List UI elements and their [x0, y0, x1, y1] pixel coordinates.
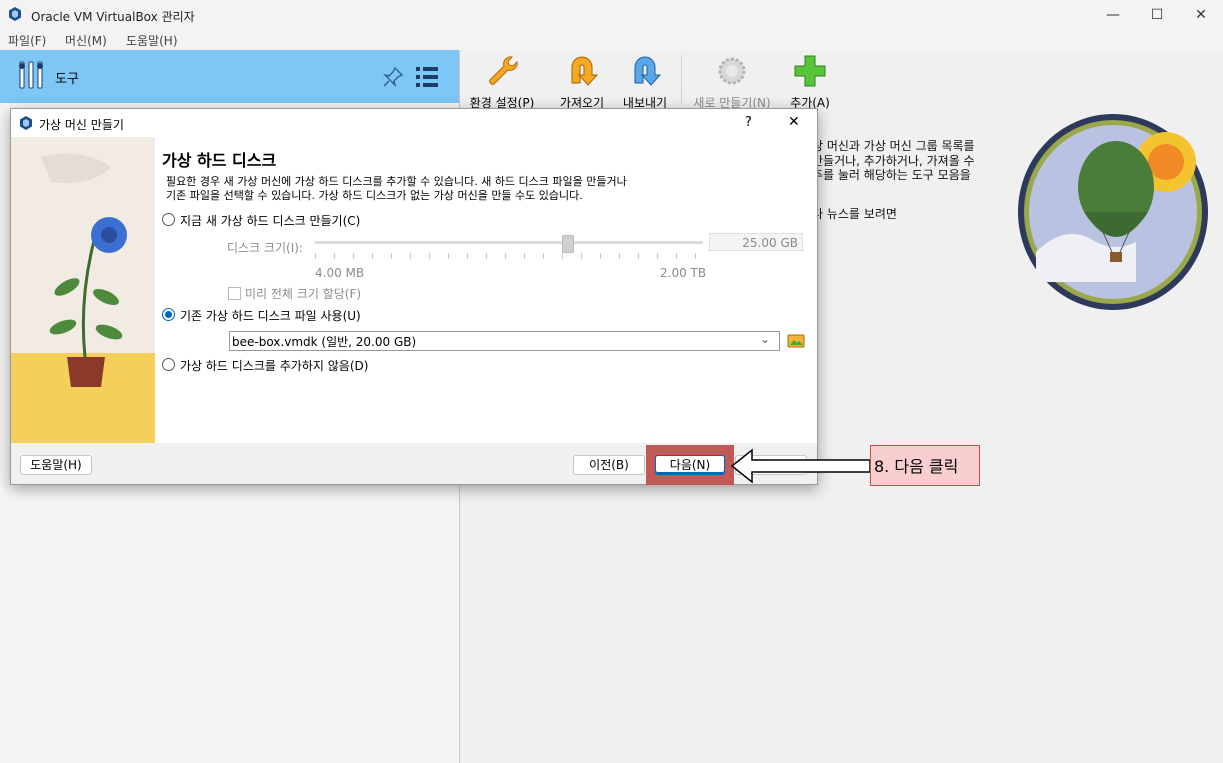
annotation-text: 8. 다음 클릭 [874, 457, 959, 476]
slider-thumb[interactable] [562, 235, 574, 253]
chevron-down-icon: ⌄ [760, 332, 771, 346]
existing-disk-select[interactable]: bee-box.vmdk (일반, 20.00 GB) ⌄ [229, 331, 780, 351]
radio-create-disk-label[interactable]: 지금 새 가상 하드 디스크 만들기(C) [180, 212, 360, 229]
gear-new-icon [718, 57, 746, 85]
toolbar-separator [681, 55, 682, 103]
create-vm-dialog: 가상 머신 만들기 ? ✕ 가상 하드 디스크 필요한 경우 새 가상 머신에 … [10, 108, 818, 485]
help-button[interactable]: 도움말(H) [20, 455, 92, 475]
plant-image [11, 137, 155, 443]
description-line: 기존 파일을 선택할 수 있습니다. 가상 하드 디스크가 없는 가상 머신을 … [166, 189, 583, 202]
slider-track [315, 241, 703, 244]
menu-file[interactable]: 파일(F) [8, 32, 46, 49]
radio-existing-disk[interactable] [162, 308, 175, 321]
annotation-arrow-icon [730, 448, 871, 484]
dialog-title: 가상 머신 만들기 [39, 118, 124, 132]
toolbar-new-button[interactable]: 새로 만들기(N) [688, 53, 776, 111]
disk-size-slider[interactable] [315, 235, 703, 271]
section-heading: 가상 하드 디스크 [162, 151, 277, 170]
radio-existing-disk-label[interactable]: 기존 가상 하드 디스크 파일 사용(U) [180, 307, 361, 324]
export-icon [634, 56, 662, 86]
radio-no-disk[interactable] [162, 358, 175, 371]
virtualbox-app-icon [9, 7, 21, 21]
next-button[interactable]: 다음(N) [655, 455, 725, 475]
virtualbox-app-icon [20, 116, 32, 130]
disk-size-input[interactable]: 25.00 GB [709, 233, 803, 251]
minimize-button[interactable]: — [1103, 5, 1123, 25]
selected-disk-file: bee-box.vmdk (일반, 20.00 GB) [232, 335, 417, 349]
wrench-icon [489, 56, 518, 85]
radio-no-disk-label[interactable]: 가상 하드 디스크를 추가하지 않음(D) [180, 357, 368, 374]
preallocate-label: 미리 전체 크기 할당(F) [245, 287, 362, 301]
menu-bar: 파일(F) 머신(M) 도움말(H) [0, 30, 1223, 50]
dialog-help-button[interactable]: ? [745, 115, 752, 130]
slider-ticks [315, 253, 703, 259]
dialog-close-button[interactable]: ✕ [788, 114, 800, 130]
welcome-text-line: 상 머신과 가상 머신 그룹 목록를 [812, 139, 975, 153]
title-bar: Oracle VM VirtualBox 관리자 — ☐ ✕ [0, 0, 1223, 30]
plus-icon [794, 55, 826, 87]
close-window-button[interactable]: ✕ [1191, 5, 1211, 25]
menu-machine[interactable]: 머신(M) [65, 32, 107, 49]
balloon-illustration [1018, 114, 1208, 310]
toolbar-add-button[interactable]: 추가(A) [782, 53, 838, 111]
toolbar-export-button[interactable]: 내보내기 [616, 53, 674, 111]
annotation-callout: 8. 다음 클릭 [870, 445, 980, 486]
maximize-button[interactable]: ☐ [1147, 5, 1167, 25]
tools-icon [19, 61, 43, 89]
welcome-text-line: 나 뉴스를 보려면 [812, 207, 897, 221]
slider-max-label: 2.00 TB [660, 266, 707, 280]
pin-icon[interactable] [382, 66, 404, 88]
disk-size-value: 25.00 GB [742, 236, 798, 250]
list-menu-icon[interactable] [414, 64, 440, 90]
dialog-title-bar: 가상 머신 만들기 ? ✕ [11, 109, 817, 137]
slider-min-label: 4.00 MB [315, 266, 365, 280]
disk-size-label: 디스크 크기(I): [227, 241, 303, 255]
radio-create-disk[interactable] [162, 213, 175, 226]
welcome-text-line: 추를 눌러 해당하는 도구 모음을 [812, 168, 971, 182]
folder-open-icon[interactable] [787, 331, 805, 349]
menu-help[interactable]: 도움말(H) [126, 32, 178, 49]
import-icon [571, 56, 599, 86]
plant-illustration [11, 137, 155, 443]
preallocate-checkbox[interactable] [228, 287, 241, 300]
tools-label: 도구 [55, 72, 79, 87]
dialog-body: 가상 하드 디스크 필요한 경우 새 가상 머신에 가상 하드 디스크를 추가할… [11, 137, 817, 443]
window-title: Oracle VM VirtualBox 관리자 [31, 10, 195, 24]
tools-header[interactable]: 도구 [0, 50, 459, 103]
toolbar-import-button[interactable]: 가져오기 [552, 53, 612, 111]
toolbar-preferences-button[interactable]: 환경 설정(P) [466, 53, 538, 111]
back-button[interactable]: 이전(B) [573, 455, 645, 475]
